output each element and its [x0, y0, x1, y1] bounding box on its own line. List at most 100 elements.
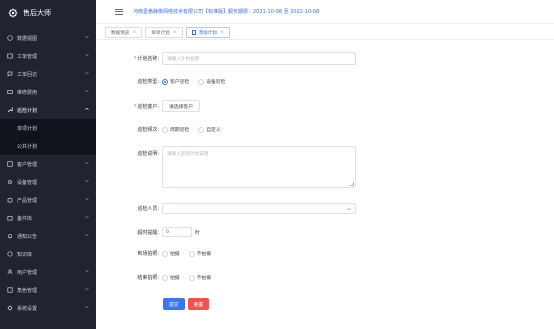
radio-label: 客户巡检	[170, 80, 190, 85]
submit-button[interactable]: 提交	[163, 298, 185, 310]
sidebar-item-dashboard[interactable]: 数据视图	[0, 29, 96, 47]
plan-name-label-text: 计划名称:	[137, 56, 159, 62]
user-icon	[7, 269, 13, 275]
form-row-frequency: 巡检频次: 周期巡检 自定义	[96, 126, 554, 133]
sidebar-item-label: 产品管理	[17, 197, 38, 204]
radio-label: 拍摄	[170, 252, 180, 257]
product-icon	[7, 197, 13, 203]
sidebar-item-knowledge[interactable]: 知识库	[0, 245, 96, 263]
form-row-finish-photo: 结束拍照: 拍摄 不拍摄	[96, 274, 554, 281]
submenu-item-single-plan[interactable]: 单项计划	[0, 119, 96, 137]
radio-finish-photo-yes[interactable]: 拍摄	[162, 274, 180, 281]
timeout-label: 超时提醒:	[137, 229, 159, 236]
form-row-inspector: 巡检人员:	[96, 203, 554, 214]
customer-label-text: 巡检客户:	[137, 103, 159, 110]
tab-add-plan[interactable]: 添加计划 ×	[185, 27, 230, 38]
radio-arrival-photo-yes[interactable]: 拍摄	[162, 250, 180, 257]
gear-icon	[7, 179, 13, 185]
form-row-arrival-photo: 到场拍照: 拍摄 不拍摄	[96, 250, 554, 257]
radio-arrival-photo-no[interactable]: 不拍摄	[188, 250, 212, 257]
description-textarea[interactable]: 请输入巡检计划说明	[162, 146, 356, 188]
form-row-customer: *巡检客户: 请选择客户	[96, 100, 554, 112]
chevron-down-icon	[85, 54, 89, 57]
sidebar-item-label: 备件库	[17, 215, 33, 222]
add-plan-form: *计划名称: 请输入计划名称 巡检类型: 客户巡检 设备巡检 *巡检客户: 请选…	[96, 41, 554, 329]
timeout-unit: 时	[195, 230, 200, 236]
radio-device-inspection[interactable]: 设备巡检	[198, 78, 225, 85]
chevron-down-icon	[85, 90, 89, 93]
sidebar-item-devices[interactable]: 设备管理	[0, 173, 96, 191]
sidebar-item-inspection-plan[interactable]: 巡检计划	[0, 101, 96, 119]
required-mark: *	[133, 56, 137, 62]
resize-handle-icon[interactable]	[350, 182, 354, 186]
radio-finish-photo-no[interactable]: 不拍摄	[188, 274, 211, 281]
sidebar-item-products[interactable]: 产品管理	[0, 191, 96, 209]
radio-periodic[interactable]: 周期巡检	[162, 126, 189, 133]
radio-unchecked-icon	[162, 126, 168, 133]
form-row-timeout: 超时提醒: 0 时	[96, 227, 554, 237]
radio-label: 不拍摄	[196, 252, 212, 257]
form-actions: 提交 重置	[96, 298, 554, 310]
role-icon	[7, 287, 13, 293]
customer-icon	[7, 161, 13, 167]
sidebar-item-label: 客户管理	[17, 161, 38, 168]
sidebar-item-notices[interactable]: 通知公告	[0, 227, 96, 245]
tab-single-plan[interactable]: 单项计划 ×	[145, 27, 183, 38]
chevron-down-icon	[85, 288, 89, 291]
tab-data-preview[interactable]: 数据预览 ×	[105, 27, 143, 38]
frequency-label: 巡检频次:	[137, 127, 159, 133]
close-icon[interactable]: ×	[132, 30, 136, 35]
sidebar-item-label: 设备管理	[17, 179, 38, 186]
radio-label: 周期巡检	[170, 128, 190, 133]
chevron-down-icon	[85, 72, 89, 75]
gear-logo-icon	[8, 8, 18, 18]
plan-name-input[interactable]: 请输入计划名称	[162, 52, 356, 65]
sidebar-item-settings[interactable]: 系统设置	[0, 299, 96, 317]
radio-custom[interactable]: 自定义	[198, 126, 221, 133]
settings-icon	[7, 305, 13, 311]
inspector-select[interactable]	[162, 203, 356, 214]
form-row-inspect-type: 巡检类型: 客户巡检 设备巡检	[96, 78, 554, 85]
menu-toggle-icon[interactable]	[115, 8, 123, 15]
close-icon[interactable]: ×	[220, 30, 224, 35]
sidebar-item-spare-parts[interactable]: 备件库	[0, 209, 96, 227]
sidebar-item-users[interactable]: 用户管理	[0, 263, 96, 281]
form-row-description: 巡检说明: 请输入巡检计划说明	[96, 146, 554, 188]
radio-unchecked-icon	[198, 126, 205, 133]
sidebar-item-label: 数据视图	[17, 35, 38, 42]
select-customer-button[interactable]: 请选择客户	[162, 100, 200, 112]
close-icon[interactable]: ×	[173, 30, 177, 35]
sidebar-item-label: 巡检计划	[17, 107, 38, 114]
money-icon	[7, 89, 13, 95]
sidebar-item-repair-fees[interactable]: 维修费用	[0, 83, 96, 101]
radio-unchecked-icon	[188, 250, 195, 257]
reset-button[interactable]: 重置	[187, 298, 210, 310]
bell-icon	[7, 233, 13, 239]
sidebar-item-tickets[interactable]: 工单管理	[0, 47, 96, 65]
monitor-icon	[7, 35, 13, 41]
sidebar-item-roles[interactable]: 角色管理	[0, 281, 96, 299]
sidebar-item-label: 系统设置	[17, 305, 38, 312]
chevron-down-icon	[85, 198, 89, 201]
sidebar-item-customers[interactable]: 客户管理	[0, 155, 96, 173]
wrench-icon	[7, 107, 13, 113]
inspect-type-label: 巡检类型:	[137, 79, 159, 85]
app-name: 售后大师	[23, 9, 51, 17]
submenu-item-public-plan[interactable]: 公共计划	[0, 137, 96, 155]
required-mark: *	[133, 103, 137, 110]
chevron-down-icon	[85, 162, 89, 165]
chevron-down-icon	[85, 306, 89, 309]
chevron-up-icon	[85, 107, 89, 110]
radio-customer-inspection[interactable]: 客户巡检	[162, 78, 189, 85]
chevron-down-icon	[85, 216, 89, 219]
company-subscription-title: 河南壹格静像网络技术有限公司【标准版】服务期限：2021-10-08 至 202…	[133, 9, 320, 15]
radio-label: 设备巡检	[206, 80, 226, 85]
sidebar-item-label: 维修费用	[17, 89, 38, 96]
document-icon	[191, 30, 196, 35]
brand: 售后大师	[0, 0, 96, 26]
timeout-hours-input[interactable]: 0	[162, 227, 192, 237]
sidebar: 售后大师 数据视图 工单管理 工单回访 维修费用 巡检计划 单项计划 公共计划 …	[0, 0, 96, 329]
book-icon	[7, 251, 13, 257]
sidebar-item-label: 用户管理	[17, 269, 38, 276]
sidebar-item-revisit[interactable]: 工单回访	[0, 65, 96, 83]
